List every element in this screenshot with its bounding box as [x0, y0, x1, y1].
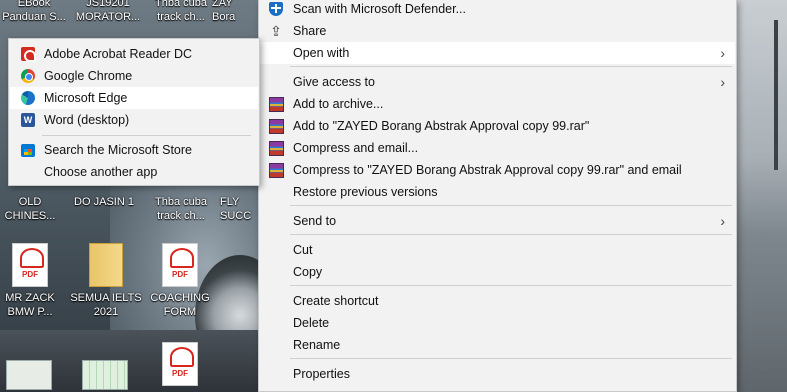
chevron-right-icon: ›	[720, 45, 725, 61]
winrar-icon	[268, 96, 284, 112]
word-icon: W	[20, 112, 36, 128]
menu-item-copy[interactable]: Copy	[260, 261, 735, 283]
menu-item-rename[interactable]: Rename	[260, 334, 735, 356]
edge-icon	[20, 90, 36, 106]
menu-item-label: Add to archive...	[293, 97, 384, 111]
menu-separator	[290, 205, 732, 206]
background-wall	[736, 0, 787, 392]
menu-item-label: Create shortcut	[293, 294, 379, 308]
menu-item-share[interactable]: ⇪ Share	[260, 20, 735, 42]
folder-icon	[89, 243, 123, 287]
menu-item-label: Rename	[293, 338, 341, 352]
menu-item-give-access[interactable]: Give access to ›	[260, 71, 735, 93]
desktop-icon-thba-cuba-2[interactable]: Thba cuba track ch...	[143, 195, 219, 223]
menu-item-label: Restore previous versions	[293, 185, 438, 199]
menu-item-label: Open with	[293, 46, 350, 60]
winrar-icon	[268, 140, 284, 156]
submenu-item-search-store[interactable]: Search the Microsoft Store	[10, 139, 258, 161]
spreadsheet-thumbnail-icon[interactable]	[82, 360, 128, 390]
menu-separator	[290, 285, 732, 286]
desktop-icon-label: Thba cuba track ch...	[155, 0, 207, 23]
desktop-icon-label: ZAY Bora	[212, 0, 236, 23]
desktop-icon-label: COACHING FORM	[150, 292, 210, 318]
pdf-file-icon: PDF	[12, 243, 48, 287]
menu-item-label: Compress and email...	[293, 141, 419, 155]
desktop-icon-zayed[interactable]: ZAY Bora	[212, 0, 262, 24]
menu-item-label: Share	[293, 24, 327, 38]
menu-item-add-to-archive[interactable]: Add to archive...	[260, 93, 735, 115]
winrar-icon	[268, 118, 284, 134]
store-icon	[20, 142, 36, 158]
menu-item-restore-previous[interactable]: Restore previous versions	[260, 181, 735, 203]
menu-item-cut[interactable]: Cut	[260, 239, 735, 261]
menu-separator	[290, 234, 732, 235]
menu-separator	[42, 135, 251, 136]
desktop-icon-mr-zack[interactable]: PDF MR ZACK BMW P...	[0, 243, 68, 319]
desktop-icon-label: EBook Panduan S...	[2, 0, 66, 23]
pdf-file-icon: PDF	[162, 342, 198, 386]
acrobat-icon	[20, 46, 36, 62]
desktop-icon-label: OLD CHINES...	[4, 196, 56, 222]
desktop-icon-semua-ielts[interactable]: SEMUA IELTS 2021	[64, 243, 148, 319]
winrar-icon	[268, 162, 284, 178]
desktop-icon-old-chines[interactable]: OLD CHINES...	[0, 195, 68, 223]
menu-item-label: Compress to "ZAYED Borang Abstrak Approv…	[293, 163, 682, 177]
context-menu: Scan with Microsoft Defender... ⇪ Share …	[258, 0, 737, 392]
desktop-icon-label: SEMUA IELTS 2021	[70, 292, 142, 318]
submenu-item-choose-another[interactable]: Choose another app	[10, 161, 258, 183]
desktop-icon-coaching-form[interactable]: PDF COACHING FORM	[142, 243, 218, 319]
menu-item-label: Cut	[293, 243, 313, 257]
submenu-item-label: Adobe Acrobat Reader DC	[44, 47, 193, 61]
menu-item-label: Delete	[293, 316, 330, 330]
menu-item-label: Add to "ZAYED Borang Abstrak Approval co…	[293, 119, 590, 133]
desktop-icon-label: DO JASIN 1	[74, 196, 134, 208]
desktop-icon-label: MR ZACK BMW P...	[5, 292, 55, 318]
submenu-item-label: Choose another app	[44, 165, 158, 179]
image-thumbnail-icon[interactable]	[6, 360, 52, 390]
menu-item-compress-to-rar-email[interactable]: Compress to "ZAYED Borang Abstrak Approv…	[260, 159, 735, 181]
menu-item-add-to-rar[interactable]: Add to "ZAYED Borang Abstrak Approval co…	[260, 115, 735, 137]
desktop-icon-pdf-bottom[interactable]: PDF	[142, 342, 218, 390]
submenu-item-label: Microsoft Edge	[44, 91, 128, 105]
menu-item-send-to[interactable]: Send to ›	[260, 210, 735, 232]
chevron-right-icon: ›	[720, 213, 725, 229]
menu-item-scan-defender[interactable]: Scan with Microsoft Defender...	[260, 0, 735, 20]
open-with-submenu: Adobe Acrobat Reader DC Google Chrome Mi…	[8, 38, 260, 186]
desktop-icon-label: Thba cuba track ch...	[155, 196, 207, 222]
menu-separator	[290, 66, 732, 67]
desktop-icon-ebook[interactable]: EBook Panduan S...	[0, 0, 72, 24]
menu-item-properties[interactable]: Properties	[260, 363, 735, 385]
menu-item-label: Copy	[293, 265, 323, 279]
menu-item-open-with[interactable]: Open with ›	[260, 42, 735, 64]
desktop-icon-js19201[interactable]: JS19201 MORATOR...	[70, 0, 146, 24]
desktop-icon-label: JS19201 MORATOR...	[75, 0, 141, 23]
chrome-icon	[20, 68, 36, 84]
submenu-item-acrobat[interactable]: Adobe Acrobat Reader DC	[10, 43, 258, 65]
menu-item-label: Scan with Microsoft Defender...	[293, 2, 466, 16]
submenu-item-label: Google Chrome	[44, 69, 133, 83]
menu-item-compress-email[interactable]: Compress and email...	[260, 137, 735, 159]
desktop-icon-fly[interactable]: FLY SUCC	[220, 195, 260, 223]
menu-item-create-shortcut[interactable]: Create shortcut	[260, 290, 735, 312]
pdf-file-icon: PDF	[162, 243, 198, 287]
pole	[774, 20, 778, 170]
menu-separator	[290, 358, 732, 359]
submenu-item-label: Word (desktop)	[44, 113, 130, 127]
submenu-item-label: Search the Microsoft Store	[44, 143, 192, 157]
desktop-icon-thba-cuba[interactable]: Thba cuba track ch...	[143, 0, 219, 24]
menu-item-label: Properties	[293, 367, 350, 381]
menu-item-label: Send to	[293, 214, 337, 228]
submenu-item-word[interactable]: W Word (desktop)	[10, 109, 258, 131]
desktop-icon-do-jasin[interactable]: DO JASIN 1	[66, 195, 142, 209]
chevron-right-icon: ›	[720, 74, 725, 90]
submenu-item-edge[interactable]: Microsoft Edge	[10, 87, 258, 109]
submenu-item-chrome[interactable]: Google Chrome	[10, 65, 258, 87]
share-icon: ⇪	[270, 22, 282, 39]
menu-item-delete[interactable]: Delete	[260, 312, 735, 334]
menu-item-label: Give access to	[293, 75, 375, 89]
shield-icon	[268, 1, 284, 17]
desktop-icon-label: FLY SUCC	[220, 196, 252, 222]
